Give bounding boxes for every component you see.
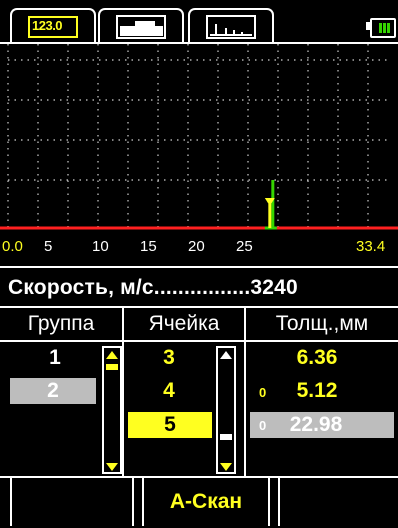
col-header-cell: Ячейка: [148, 312, 220, 335]
group-item-selected[interactable]: 2: [10, 378, 96, 404]
column-divider: [122, 306, 124, 476]
scroll-thumb[interactable]: [220, 434, 232, 440]
digit-display-icon: 123.0: [28, 16, 78, 38]
tab-b-scan[interactable]: [98, 8, 184, 44]
cell-item-selected[interactable]: 5: [128, 412, 212, 438]
scroll-thumb[interactable]: [106, 364, 118, 370]
scale-tick-label: 20: [188, 238, 205, 255]
scroll-up-icon[interactable]: [104, 348, 120, 360]
speed-label: Скорость, м/с................: [8, 276, 251, 299]
group-item[interactable]: 1: [20, 346, 90, 370]
cell-scrollbar[interactable]: [216, 346, 236, 474]
scale-tick-label: 10: [92, 238, 109, 255]
speed-row[interactable]: Скорость, м/с................3240: [8, 276, 394, 300]
thickness-row-selected[interactable]: 0 22.98: [250, 412, 394, 438]
cell-item[interactable]: 3: [134, 346, 204, 370]
scale-tick-label: 33.4: [356, 238, 386, 255]
thickness-value: 5.12: [296, 379, 338, 402]
scroll-up-icon[interactable]: [218, 348, 234, 360]
scroll-down-icon[interactable]: [218, 460, 234, 472]
cell-item[interactable]: 4: [134, 379, 204, 403]
table-header-divider: [0, 340, 398, 342]
scale-tick-label: 25: [236, 238, 253, 255]
scale-tick-label: 15: [140, 238, 157, 255]
softkey-a-scan[interactable]: А-Скан: [142, 476, 270, 526]
thickness-value: 6.36: [296, 346, 338, 369]
group-scrollbar[interactable]: [102, 346, 122, 474]
lock-icon: 0: [259, 418, 267, 433]
scale-tick-label: 0.0: [2, 238, 23, 255]
divider: [0, 306, 398, 308]
tab-digital[interactable]: 123.0: [10, 8, 96, 44]
b-scan-icon: [116, 15, 166, 39]
col-header-group: Группа: [27, 312, 95, 335]
a-scan-icon: [206, 15, 256, 39]
softkey-left[interactable]: [10, 476, 134, 526]
lock-icon: 0: [259, 385, 267, 400]
speed-value: 3240: [250, 276, 298, 299]
col-header-thickness: Толщ.,мм: [275, 312, 369, 335]
softkey-right[interactable]: [278, 476, 398, 526]
a-scan-graph: [0, 44, 398, 230]
tab-a-scan[interactable]: [188, 8, 274, 44]
divider: [0, 266, 398, 268]
scale-tick-label: 5: [44, 238, 53, 255]
depth-scale: 0.0 5 10 15 20 25 33.4: [0, 238, 398, 260]
battery-icon: [370, 18, 396, 38]
scroll-down-icon[interactable]: [104, 460, 120, 472]
column-divider: [244, 306, 246, 476]
